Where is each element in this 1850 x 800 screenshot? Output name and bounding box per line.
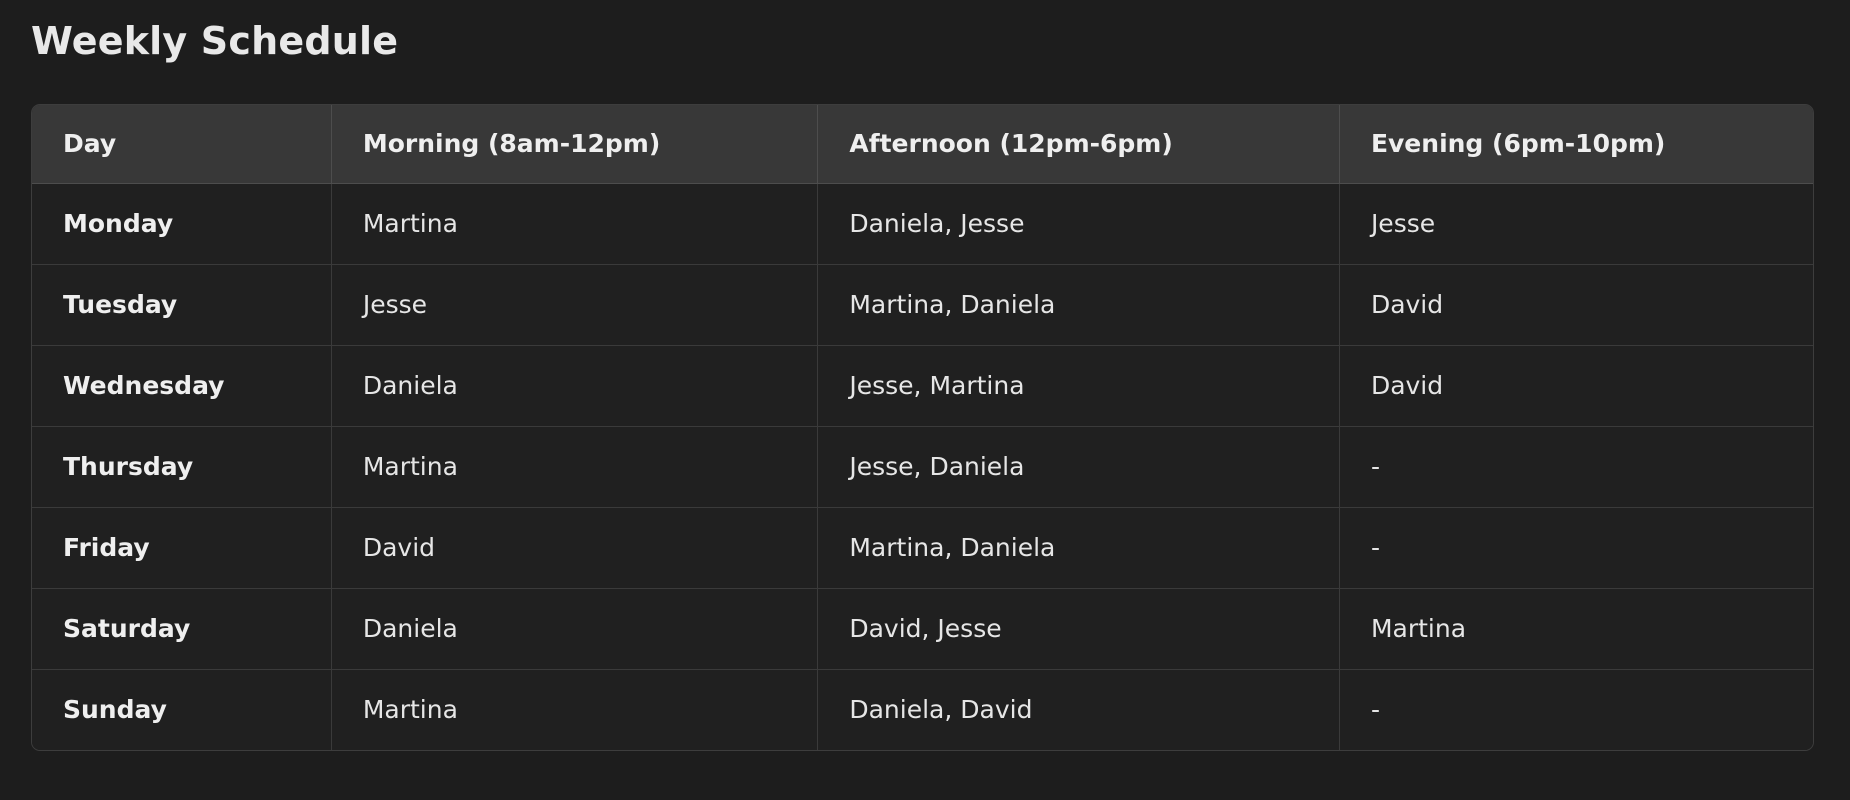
cell-morning: Jesse [331,264,819,346]
table-header: Day Morning (8am-12pm) Afternoon (12pm-6… [32,105,1813,184]
table-body: Monday Martina Daniela, Jesse Jesse Tues… [32,183,1813,750]
cell-evening: - [1370,695,1380,724]
cell-morning: Daniela [331,345,819,427]
table-row: Tuesday Jesse Martina, Daniela David [32,264,1813,346]
cell-afternoon: Jesse, Martina [817,345,1340,427]
cell-afternoon: Martina, Daniela [817,264,1340,346]
schedule-page: Weekly Schedule Day Morning (8am-12pm) A… [0,0,1850,800]
table-row: Sunday Martina Daniela, David - [32,669,1813,750]
cell-evening: - [1339,426,1813,508]
cell-day: Sunday [32,669,332,750]
column-header-morning[interactable]: Morning (8am-12pm) [331,105,819,184]
column-header-evening[interactable]: Evening (6pm-10pm) [1339,105,1813,184]
schedule-table-container: Day Morning (8am-12pm) Afternoon (12pm-6… [31,104,1814,751]
cell-day: Tuesday [32,264,332,346]
cell-day: Saturday [32,588,332,670]
cell-morning: Martina [331,426,819,508]
cell-afternoon: Daniela, Jesse [817,183,1340,265]
cell-evening: David [1339,264,1813,346]
cell-morning: Martina [331,183,819,265]
cell-day: Monday [32,183,332,265]
cell-morning: Daniela [331,588,819,670]
table-row: Friday David Martina, Daniela - [32,507,1813,589]
table-row: Thursday Martina Jesse, Daniela - [32,426,1813,508]
page-title: Weekly Schedule [31,19,399,63]
cell-day: Wednesday [32,345,332,427]
table-header-row: Day Morning (8am-12pm) Afternoon (12pm-6… [32,105,1813,184]
column-header-afternoon[interactable]: Afternoon (12pm-6pm) [817,105,1340,184]
column-header-day[interactable]: Day [32,105,332,184]
cell-day: Friday [32,507,332,589]
table-row: Saturday Daniela David, Jesse Martina [32,588,1813,670]
cell-afternoon: Jesse, Daniela [817,426,1340,508]
cell-evening: David [1339,345,1813,427]
cell-evening: - [1339,507,1813,589]
cell-morning: David [331,507,819,589]
cell-evening: Martina [1339,588,1813,670]
table-row: Monday Martina Daniela, Jesse Jesse [32,183,1813,265]
weekly-schedule-table: Day Morning (8am-12pm) Afternoon (12pm-6… [32,105,1813,750]
cell-evening: Jesse [1339,183,1813,265]
cell-day: Thursday [32,426,332,508]
cell-afternoon: Daniela, David [817,669,1340,750]
table-row: Wednesday Daniela Jesse, Martina David [32,345,1813,427]
cell-afternoon: David, Jesse [817,588,1340,670]
cell-morning: Martina [331,669,819,750]
cell-afternoon: Martina, Daniela [817,507,1340,589]
